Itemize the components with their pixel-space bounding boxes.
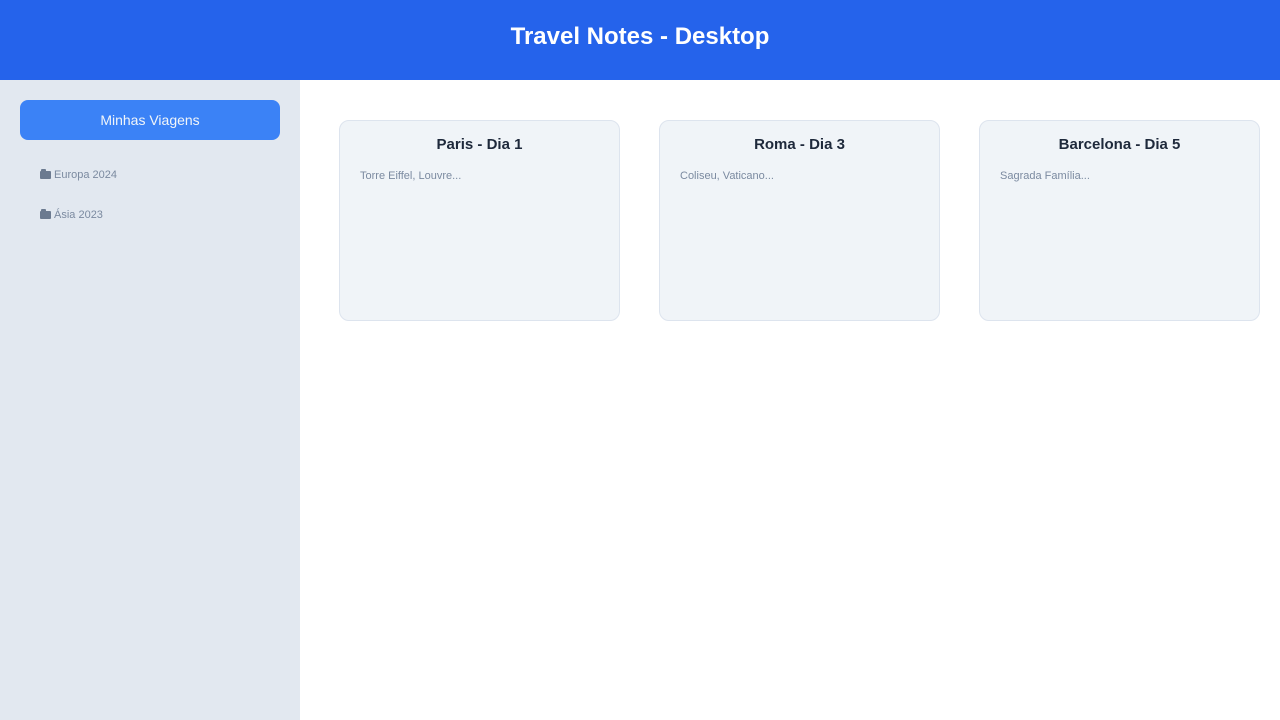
note-card-title: Roma - Dia 3 <box>754 136 845 153</box>
folder-icon <box>40 169 51 179</box>
note-card-title: Barcelona - Dia 5 <box>1058 136 1181 153</box>
sidebar-item-asia-2023[interactable]: Ásia 2023 <box>40 205 103 225</box>
note-card-roma[interactable]: Roma - Dia 3 Coliseu, Vaticano... <box>659 120 940 321</box>
note-card-barcelona[interactable]: Barcelona - Dia 5 Sagrada Família... <box>979 120 1260 321</box>
note-card-description: Torre Eiffel, Louvre... <box>360 170 462 182</box>
sidebar: Minhas Viagens Europa 2024 Ásia 2023 <box>0 80 300 720</box>
note-card-paris[interactable]: Paris - Dia 1 Torre Eiffel, Louvre... <box>339 120 620 321</box>
app-title: Travel Notes - Desktop <box>510 22 770 50</box>
sidebar-item-europa-2024[interactable]: Europa 2024 <box>40 165 117 185</box>
my-trips-button[interactable]: Minhas Viagens <box>20 100 280 140</box>
note-card-description: Sagrada Família... <box>1000 170 1090 182</box>
sidebar-item-label: Europa 2024 <box>54 169 117 181</box>
sidebar-item-label: Ásia 2023 <box>54 209 103 221</box>
note-card-description: Coliseu, Vaticano... <box>680 170 774 182</box>
note-card-title: Paris - Dia 1 <box>436 136 523 153</box>
app-header: Travel Notes - Desktop <box>0 0 1280 80</box>
folder-icon <box>40 209 51 219</box>
